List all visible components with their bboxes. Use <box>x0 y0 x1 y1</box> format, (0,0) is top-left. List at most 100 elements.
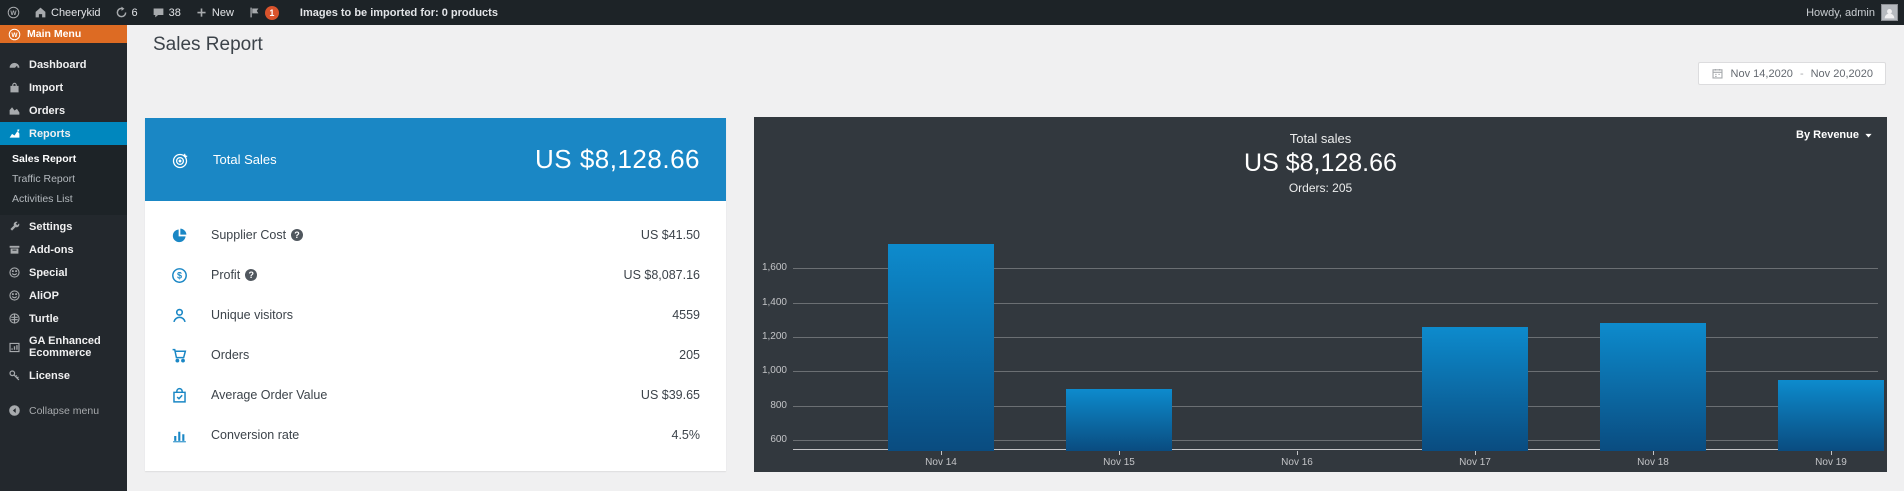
site-name-label: Cheerykid <box>51 7 101 19</box>
sidebar-item-label: Orders <box>29 105 65 117</box>
sidebar-item-ga-enhanced-ecommerce[interactable]: GA Enhanced Ecommerce <box>0 330 127 364</box>
x-axis-tick <box>1475 451 1476 455</box>
sales-summary-card: Total Sales US $8,128.66 Supplier Cost?U… <box>145 118 726 471</box>
help-icon[interactable]: ? <box>291 229 303 241</box>
submenu-item-activities-list[interactable]: Activities List <box>0 189 127 209</box>
new-content-button[interactable]: New <box>188 0 241 25</box>
wrench-icon <box>8 220 21 233</box>
bar-chart-icon <box>171 427 189 444</box>
y-axis-label: 1,600 <box>727 262 787 273</box>
new-label: New <box>212 7 234 19</box>
stat-row-unique-visitors: Unique visitors4559 <box>171 295 700 335</box>
sidebar-item-label: Add-ons <box>29 244 74 256</box>
x-axis-tick <box>941 451 942 455</box>
analytics-icon <box>8 341 21 354</box>
sales-chart-panel: Total sales US $8,128.66 Orders: 205 By … <box>754 117 1887 472</box>
update-count: 6 <box>132 7 138 19</box>
speedometer-icon <box>8 58 21 71</box>
stat-label: Unique visitors <box>211 308 293 322</box>
turtle-icon <box>8 312 21 325</box>
total-sales-header: Total Sales US $8,128.66 <box>145 118 726 201</box>
sidebar-item-special[interactable]: Special <box>0 261 127 284</box>
stat-row-supplier-cost: Supplier Cost?US $41.50 <box>171 215 700 255</box>
x-axis-tick <box>1297 451 1298 455</box>
collapse-menu-button[interactable]: Collapse menu <box>0 399 127 422</box>
y-axis-label: 1,200 <box>727 331 787 342</box>
howdy-admin-link[interactable]: Howdy, admin <box>1806 7 1875 19</box>
stat-value: 4.5% <box>672 428 701 442</box>
sidebar-item-label: Turtle <box>29 313 59 325</box>
sidebar-item-import[interactable]: Import <box>0 76 127 99</box>
sidebar-item-reports[interactable]: Reports <box>0 122 127 145</box>
y-axis-label: 1,000 <box>727 365 787 376</box>
comment-icon <box>152 6 165 19</box>
stat-value: 205 <box>679 348 700 362</box>
sidebar-item-label: Import <box>29 82 63 94</box>
person-icon <box>1883 7 1896 20</box>
sidebar-item-label: Dashboard <box>29 59 86 71</box>
page-title: Sales Report <box>153 34 263 56</box>
person-icon <box>171 307 189 324</box>
svg-text:$: $ <box>177 270 182 280</box>
sidebar-item-dashboard[interactable]: Dashboard <box>0 53 127 76</box>
updates-button[interactable]: 6 <box>108 0 145 25</box>
bar-nov-19[interactable] <box>1778 380 1884 451</box>
sidebar-item-aliop[interactable]: AliOP <box>0 284 127 307</box>
x-axis-label: Nov 19 <box>1786 457 1876 468</box>
stat-label: Profit <box>211 268 240 282</box>
collapse-menu-label: Collapse menu <box>29 405 99 417</box>
import-notice: Images to be imported for: 0 products <box>300 7 498 19</box>
sidebar-item-label: Special <box>29 267 68 279</box>
y-axis-label: 600 <box>727 434 787 445</box>
stat-row-conversion-rate: Conversion rate4.5% <box>171 415 700 455</box>
calendar-icon <box>1711 67 1724 80</box>
chart-line-icon <box>8 127 21 140</box>
sidebar-item-turtle[interactable]: Turtle <box>0 307 127 330</box>
sidebar-item-license[interactable]: License <box>0 364 127 387</box>
comments-button[interactable]: 38 <box>145 0 188 25</box>
comment-count: 38 <box>169 7 181 19</box>
sidebar-item-label: AliOP <box>29 290 59 302</box>
home-icon <box>34 6 47 19</box>
sidebar-item-label: License <box>29 370 70 382</box>
dollar-circle-icon: $ <box>171 267 189 284</box>
stat-value: US $39.65 <box>641 388 700 402</box>
avatar[interactable] <box>1881 4 1898 21</box>
sidebar-item-add-ons[interactable]: Add-ons <box>0 238 127 261</box>
target-icon <box>171 150 191 170</box>
total-sales-value: US $8,128.66 <box>535 144 700 175</box>
x-axis-label: Nov 14 <box>896 457 986 468</box>
update-icon <box>115 6 128 19</box>
help-icon[interactable]: ? <box>245 269 257 281</box>
main-content: Sales Report Nov 14,2020 - Nov 20,2020 T… <box>127 25 1904 491</box>
stat-label: Average Order Value <box>211 388 327 402</box>
sidebar-item-orders[interactable]: Orders <box>0 99 127 122</box>
x-axis-label: Nov 16 <box>1252 457 1342 468</box>
y-axis-label: 1,400 <box>727 297 787 308</box>
bar-nov-15[interactable] <box>1066 389 1172 451</box>
bar-nov-18[interactable] <box>1600 323 1706 451</box>
x-axis-label: Nov 15 <box>1074 457 1164 468</box>
wordpress-menu-button[interactable]: W <box>0 0 27 25</box>
site-name-link[interactable]: Cheerykid <box>27 0 108 25</box>
bar-nov-14[interactable] <box>888 244 994 451</box>
submenu-item-traffic-report[interactable]: Traffic Report <box>0 169 127 189</box>
sidebar-item-settings[interactable]: Settings <box>0 215 127 238</box>
cart-icon <box>171 347 189 364</box>
sidebar: W Main Menu Dashboard Import Orders Reports… <box>0 25 127 491</box>
bar-chart-plot: 6008001,0001,2001,4001,600Nov 14Nov 15No… <box>793 117 1878 472</box>
bar-nov-17[interactable] <box>1422 327 1528 451</box>
collapse-arrow-icon <box>8 404 21 417</box>
stats-list: Supplier Cost?US $41.50$Profit?US $8,087… <box>145 201 726 455</box>
stat-value: US $41.50 <box>641 228 700 242</box>
x-axis-tick <box>1653 451 1654 455</box>
sidebar-item-main-menu[interactable]: W Main Menu <box>0 25 127 43</box>
wordpress-logo-icon: W <box>8 28 21 41</box>
chart-area-icon <box>8 104 21 117</box>
stat-row-orders: Orders205 <box>171 335 700 375</box>
plugin-notifications-button[interactable]: 1 <box>241 0 286 25</box>
submenu-item-sales-report[interactable]: Sales Report <box>0 149 127 169</box>
date-range-picker[interactable]: Nov 14,2020 - Nov 20,2020 <box>1698 62 1886 85</box>
stat-value: US $8,087.16 <box>624 268 700 282</box>
date-range-separator: - <box>1800 68 1804 80</box>
